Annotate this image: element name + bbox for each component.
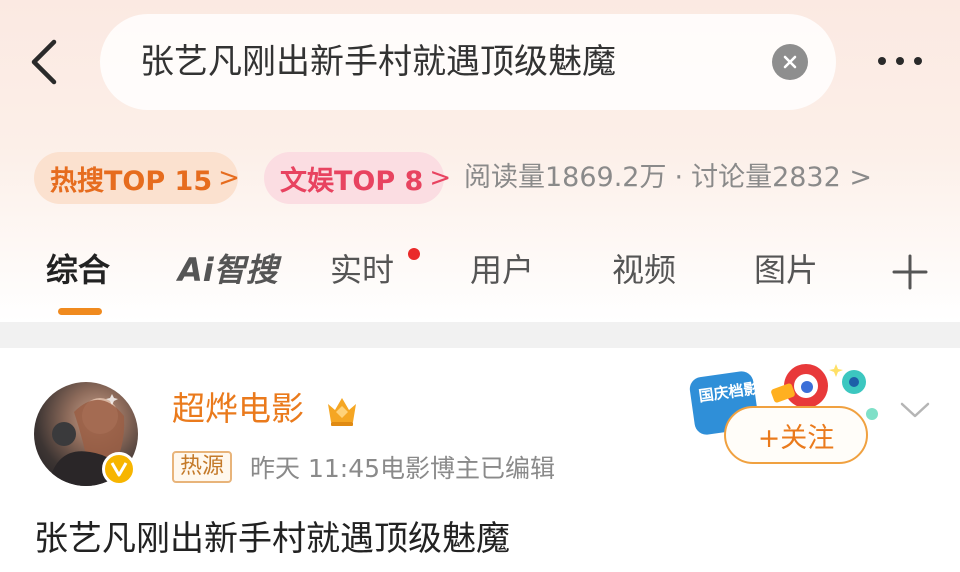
- new-content-dot: [408, 248, 420, 260]
- tab-videos[interactable]: 视频: [612, 248, 676, 292]
- hot-search-rank-badge[interactable]: 热搜TOP 15 >: [34, 152, 240, 204]
- plus-icon[interactable]: [890, 252, 930, 292]
- chevron-right-icon: >: [429, 163, 452, 193]
- tab-users[interactable]: 用户: [470, 248, 534, 292]
- active-tab-indicator: [58, 308, 102, 315]
- search-input[interactable]: 张艺凡刚出新手村就遇顶级魅魔: [100, 14, 836, 110]
- entertainment-rank-label: 文娱TOP 8: [280, 165, 424, 197]
- follow-button[interactable]: +关注: [724, 406, 868, 464]
- author-name[interactable]: 超烨电影: [172, 386, 304, 432]
- chevron-right-icon: >: [849, 162, 873, 193]
- post-time: 昨天 11:45: [250, 454, 381, 483]
- stats-separator: ·: [674, 162, 684, 193]
- edited-label: 已编辑: [480, 454, 556, 483]
- search-header: 张艺凡刚出新手村就遇顶级魅魔 热搜TOP 15 > 文娱TOP 8 > 阅读量1…: [0, 0, 960, 322]
- chevron-down-icon[interactable]: [896, 394, 934, 424]
- topic-stats[interactable]: 阅读量1869.2万 · 讨论量2832 >: [464, 158, 872, 198]
- tab-realtime[interactable]: 实时: [330, 248, 394, 292]
- crown-icon: [328, 398, 356, 426]
- source-tag: 热源: [172, 451, 233, 483]
- discussion-count: 讨论量2832: [691, 162, 841, 193]
- search-query: 张艺凡刚出新手村就遇顶级魅魔: [140, 42, 616, 82]
- post-body[interactable]: 张艺凡刚出新手村就遇顶级魅魔: [34, 514, 510, 564]
- tab-comprehensive[interactable]: 综合: [46, 248, 110, 292]
- search-tabs: 综合 Ai智搜 实时 用户 视频 图片: [0, 240, 960, 322]
- back-button[interactable]: [22, 38, 66, 86]
- read-count: 阅读量1869.2万: [464, 162, 667, 193]
- author-role: 电影博主: [380, 454, 481, 483]
- hot-search-rank-label: 热搜TOP 15: [50, 165, 213, 197]
- more-icon: [878, 57, 886, 65]
- post-card: 超烨电影 热源 昨天 11:45 电影博主 已编辑 国庆档影评计 +关注 张艺凡…: [0, 348, 960, 572]
- section-divider: [0, 322, 960, 348]
- chevron-left-icon: [31, 39, 57, 85]
- tab-ai-search[interactable]: Ai智搜: [178, 248, 278, 292]
- chevron-right-icon: >: [218, 163, 240, 193]
- clear-icon: [783, 55, 797, 69]
- clear-search-button[interactable]: [772, 44, 808, 80]
- more-button[interactable]: [868, 44, 932, 78]
- entertainment-rank-badge[interactable]: 文娱TOP 8 >: [264, 152, 451, 204]
- tab-images[interactable]: 图片: [754, 248, 818, 292]
- verified-badge-icon: [102, 452, 136, 486]
- post-meta: 热源 昨天 11:45 电影博主 已编辑: [172, 448, 555, 486]
